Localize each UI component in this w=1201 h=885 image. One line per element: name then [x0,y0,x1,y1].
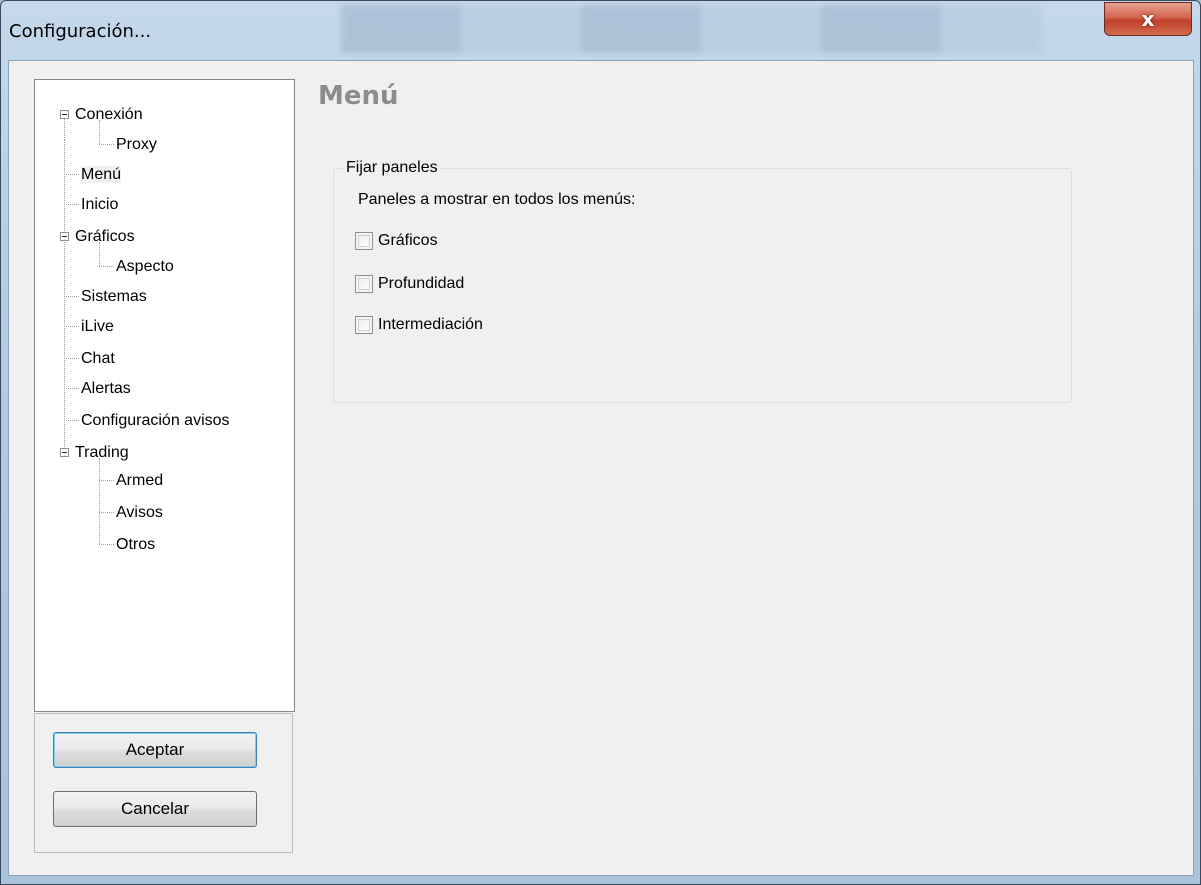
tree-item-menu[interactable]: Menú [81,160,122,190]
tree-item-trading[interactable]: Trading [75,438,129,468]
tree-item-avisos[interactable]: Avisos [116,498,163,528]
title-bar[interactable]: Configuración... x [1,1,1200,59]
group-description: Paneles a mostrar en todos los menús: [358,191,636,208]
tree-item-label: iLive [81,318,114,335]
tree-line [64,388,79,389]
tree-line [64,296,79,297]
accept-button[interactable]: Aceptar [53,732,257,768]
cancel-button[interactable]: Cancelar [53,791,257,827]
tree-item-label: Otros [116,536,156,553]
tree-line [99,458,100,544]
graficos-checkbox[interactable] [355,232,373,250]
close-button[interactable]: x [1104,2,1192,36]
tree-item-proxy[interactable]: Proxy [116,130,157,160]
tree-line [99,544,114,545]
option-graficos[interactable]: Gráficos [355,232,438,250]
collapse-toggle-graficos-icon[interactable] [60,232,69,241]
tree-item-label: Trading [75,444,129,461]
tree-item-label: Sistemas [81,288,147,305]
tree-item-label: Aspecto [116,258,174,275]
collapse-toggle-trading-icon[interactable] [60,448,69,457]
title-bar-background [341,5,1041,53]
option-label: Profundidad [378,275,465,292]
tree-item-label: Alertas [81,380,131,397]
tree-item-ilive[interactable]: iLive [81,312,114,342]
tree-item-label: Avisos [116,504,163,521]
intermediacion-checkbox[interactable] [355,316,373,334]
tree-line [99,512,114,513]
profundidad-checkbox[interactable] [355,275,373,293]
tree-item-otros[interactable]: Otros [116,530,155,560]
tree-line [64,174,79,175]
tree-line [64,420,79,421]
tree-item-conexion[interactable]: Conexión [75,100,143,130]
tree-item-label: Proxy [116,136,157,153]
action-buttons-panel: Aceptar Cancelar [34,713,293,853]
tree-item-label: Conexión [75,106,143,123]
tree-item-configuracion-avisos[interactable]: Configuración avisos [81,406,230,436]
tree-line [64,326,79,327]
collapse-toggle-conexion-icon[interactable] [60,110,69,119]
tree-item-armed[interactable]: Armed [116,466,163,496]
tree-item-label: Gráficos [75,228,135,245]
tree-item-graficos[interactable]: Gráficos [75,222,135,252]
tree-item-label: Armed [116,472,164,489]
tree-line [64,204,79,205]
tree-line [99,266,114,267]
tree-item-label: Inicio [81,196,119,213]
page-title: Menú [318,81,399,111]
tree-line [99,480,114,481]
option-label: Gráficos [378,232,438,249]
tree-item-alertas[interactable]: Alertas [81,374,131,404]
tree-item-chat[interactable]: Chat [81,344,115,374]
tree-item-aspecto[interactable]: Aspecto [116,252,174,282]
tree-item-sistemas[interactable]: Sistemas [81,282,147,312]
window-title: Configuración... [9,21,152,42]
option-intermediacion[interactable]: Intermediación [355,316,483,334]
close-icon: x [1141,7,1155,31]
tree-item-inicio[interactable]: Inicio [81,190,118,220]
tree-item-label: Menú [81,166,122,183]
option-profundidad[interactable]: Profundidad [355,275,464,293]
tree-line [99,144,114,145]
settings-dialog: Configuración... x Conexión Proxy Menú I… [0,0,1201,885]
group-legend: Fijar paneles [344,159,440,177]
tree-item-label: Chat [81,350,115,367]
dialog-body: Conexión Proxy Menú Inicio Gráficos Aspe… [8,60,1194,876]
option-label: Intermediación [378,316,483,333]
tree-line [64,358,79,359]
settings-tree[interactable]: Conexión Proxy Menú Inicio Gráficos Aspe… [34,79,295,712]
tree-item-label: Configuración avisos [81,412,230,429]
